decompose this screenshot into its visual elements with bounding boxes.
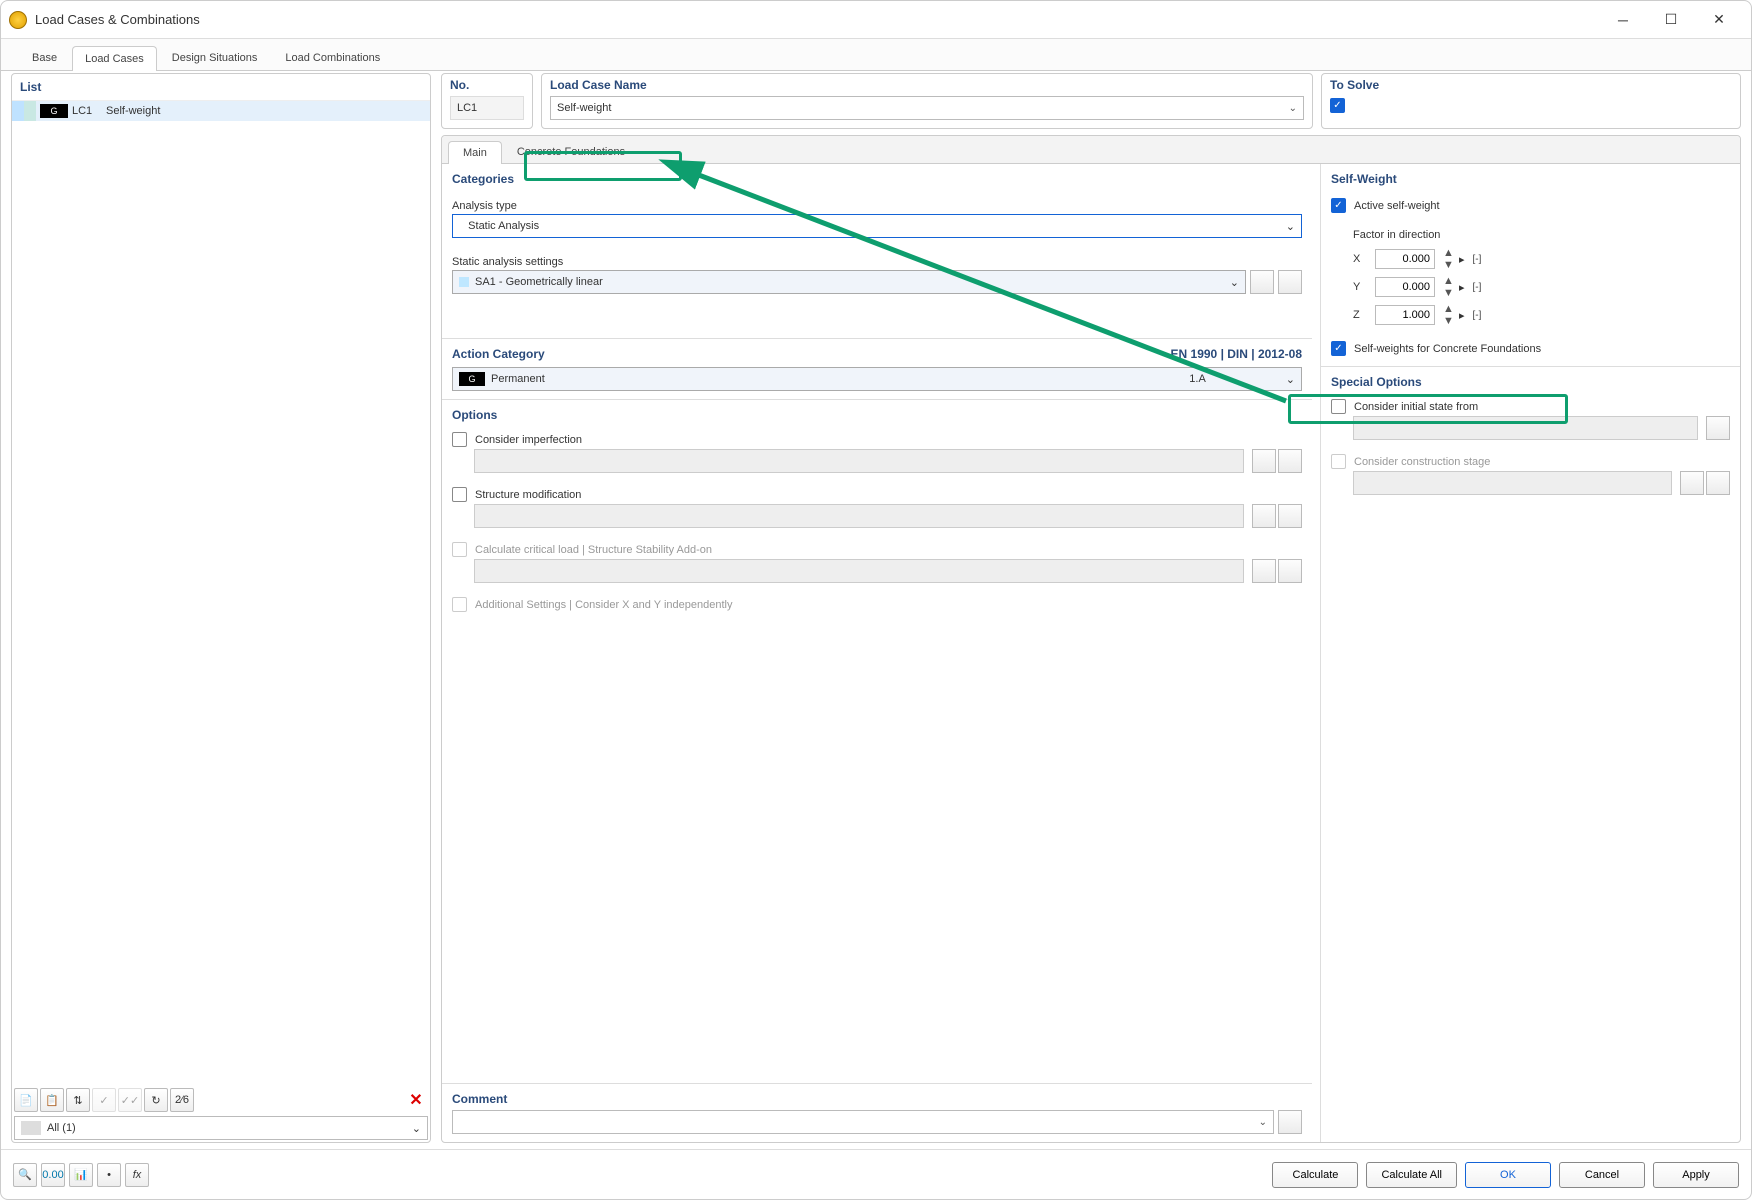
cs-edit-icon (1706, 471, 1730, 495)
new-icon[interactable]: 📄 (14, 1088, 38, 1112)
factor-z-input[interactable] (1375, 305, 1435, 325)
list-item[interactable]: G LC1 Self-weight (12, 101, 430, 121)
app-icon (9, 11, 27, 29)
sort-icon[interactable]: ⇅ (66, 1088, 90, 1112)
sas-dropdown[interactable]: SA1 - Geometrically linear⌄ (452, 270, 1246, 294)
cs-new-icon (1680, 471, 1704, 495)
active-self-weight-label: Active self-weight (1354, 200, 1440, 212)
sas-edit-icon[interactable] (1278, 270, 1302, 294)
to-solve-label: To Solve (1330, 78, 1732, 92)
calculate-button[interactable]: Calculate (1272, 1162, 1358, 1188)
action-category-dropdown[interactable]: G Permanent 1.A ⌄ (452, 367, 1302, 391)
categories-title: Categories (452, 172, 1302, 186)
structure-mod-checkbox[interactable] (452, 487, 467, 502)
dot-icon[interactable]: • (97, 1163, 121, 1187)
structure-mod-label: Structure modification (475, 489, 581, 501)
consider-imperfection-checkbox[interactable] (452, 432, 467, 447)
tab-base[interactable]: Base (19, 45, 70, 70)
action-code: 1.A (1189, 373, 1206, 385)
comment-edit-icon[interactable] (1278, 1110, 1302, 1134)
cl-new-icon (1252, 559, 1276, 583)
subtab-concrete-foundations[interactable]: Concrete Foundations (502, 140, 640, 163)
options-title: Options (452, 408, 1302, 422)
ok-button[interactable]: OK (1465, 1162, 1551, 1188)
cancel-button[interactable]: Cancel (1559, 1162, 1645, 1188)
factor-x-input[interactable] (1375, 249, 1435, 269)
action-standard: EN 1990 | DIN | 2012-08 (1171, 347, 1302, 361)
calculate-all-button[interactable]: Calculate All (1366, 1162, 1457, 1188)
list-item-name: Self-weight (106, 105, 160, 117)
minimize-button[interactable]: ─ (1599, 4, 1647, 36)
tab-design-situations[interactable]: Design Situations (159, 45, 271, 70)
self-weight-cf-checkbox[interactable]: ✓ (1331, 341, 1346, 356)
comment-field[interactable]: ⌄ (452, 1110, 1274, 1134)
footer-bar: 🔍 0.00 📊 • fx Calculate Calculate All OK… (1, 1149, 1751, 1199)
add-settings-label: Additional Settings | Consider X and Y i… (475, 599, 732, 611)
self-weight-cf-label: Self-weights for Concrete Foundations (1354, 343, 1541, 355)
renumber-icon[interactable]: 2⁄6 (170, 1088, 194, 1112)
add-settings-checkbox (452, 597, 467, 612)
tab-load-cases[interactable]: Load Cases (72, 46, 157, 71)
initial-state-label: Consider initial state from (1354, 401, 1478, 413)
main-tab-bar: Base Load Cases Design Situations Load C… (1, 39, 1751, 71)
filter-dropdown[interactable]: All (1) ⌄ (14, 1116, 428, 1140)
sas-new-icon[interactable] (1250, 270, 1274, 294)
special-options-title: Special Options (1331, 375, 1730, 389)
apply-button[interactable]: Apply (1653, 1162, 1739, 1188)
crit-load-checkbox (452, 542, 467, 557)
close-button[interactable]: ✕ (1695, 4, 1743, 36)
sas-label: Static analysis settings (452, 256, 1302, 268)
load-case-list[interactable]: G LC1 Self-weight (12, 101, 430, 1086)
tab-load-combinations[interactable]: Load Combinations (272, 45, 393, 70)
fx-icon[interactable]: fx (125, 1163, 149, 1187)
list-item-code: LC1 (72, 105, 106, 117)
is-edit-icon[interactable] (1706, 416, 1730, 440)
name-label: Load Case Name (550, 78, 1304, 92)
units-icon[interactable]: 0.00 (41, 1163, 65, 1187)
initial-state-checkbox[interactable] (1331, 399, 1346, 414)
search-icon[interactable]: 🔍 (13, 1163, 37, 1187)
consider-imperfection-label: Consider imperfection (475, 434, 582, 446)
window-title: Load Cases & Combinations (35, 12, 200, 27)
comment-title: Comment (452, 1092, 1302, 1106)
construction-stage-label: Consider construction stage (1354, 456, 1490, 468)
cl-edit-icon (1278, 559, 1302, 583)
to-solve-checkbox[interactable]: ✓ (1330, 98, 1345, 113)
filter-value: All (1) (47, 1122, 76, 1134)
check2-icon[interactable]: ✓✓ (118, 1088, 142, 1112)
copy-icon[interactable]: 📋 (40, 1088, 64, 1112)
no-field[interactable]: LC1 (450, 96, 524, 120)
imp-new-icon[interactable] (1252, 449, 1276, 473)
analysis-type-dropdown[interactable]: Static Analysis⌄ (452, 214, 1302, 238)
maximize-button[interactable]: ☐ (1647, 4, 1695, 36)
check-icon[interactable]: ✓ (92, 1088, 116, 1112)
sm-new-icon[interactable] (1252, 504, 1276, 528)
active-self-weight-checkbox[interactable]: ✓ (1331, 198, 1346, 213)
factor-label: Factor in direction (1353, 229, 1730, 241)
factor-y-input[interactable] (1375, 277, 1435, 297)
load-badge: G (40, 104, 68, 118)
delete-icon[interactable]: ✕ (404, 1088, 428, 1112)
no-label: No. (450, 78, 524, 92)
load-case-name-field[interactable]: Self-weight⌄ (550, 96, 1304, 120)
title-bar: Load Cases & Combinations ─ ☐ ✕ (1, 1, 1751, 39)
construction-stage-checkbox (1331, 454, 1346, 469)
analysis-type-label: Analysis type (452, 200, 1302, 212)
model-icon[interactable]: 📊 (69, 1163, 93, 1187)
list-header: List (12, 74, 430, 101)
sm-edit-icon[interactable] (1278, 504, 1302, 528)
reload-icon[interactable]: ↻ (144, 1088, 168, 1112)
subtab-main[interactable]: Main (448, 141, 502, 164)
action-cat-title: Action Category (452, 347, 545, 361)
self-weight-title: Self-Weight (1331, 172, 1730, 186)
imp-edit-icon[interactable] (1278, 449, 1302, 473)
crit-load-label: Calculate critical load | Structure Stab… (475, 544, 712, 556)
